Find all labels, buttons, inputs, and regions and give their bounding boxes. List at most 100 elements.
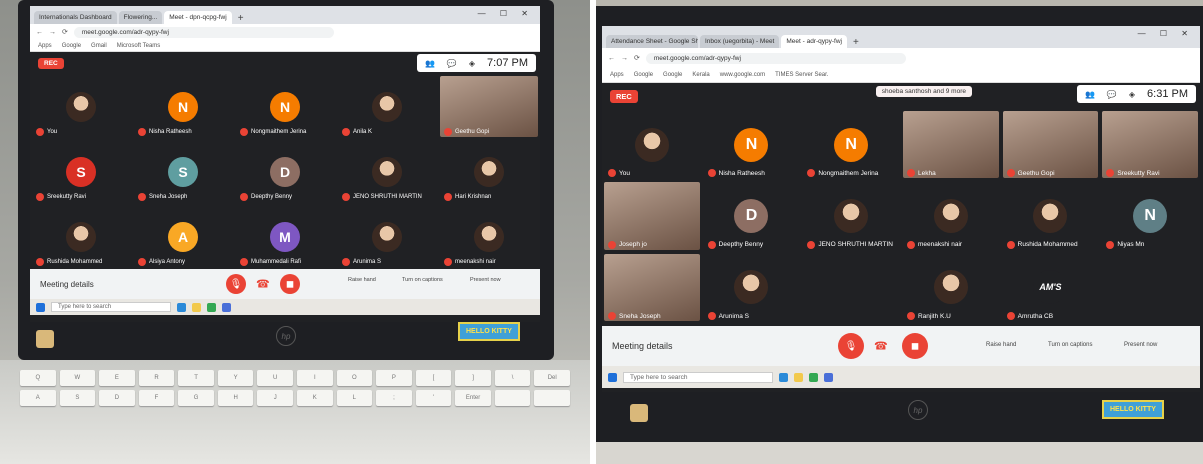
participant-tile-geethu-gopi[interactable]: Geethu Gopi [1001,109,1101,180]
participant-tile-ranjith-k-u[interactable]: Ranjith K.U [901,252,1001,323]
participant-tile-muhammedali-rafi[interactable]: M Muhammedali Rafi [234,204,336,269]
bookmark-item[interactable]: www.google.com [720,72,765,78]
raise-hand-button[interactable]: Raise hand [348,277,376,283]
window-controls[interactable]: — ☐ ✕ [478,9,534,18]
participant-tile-nisha-ratheesh[interactable]: N Nisha Ratheesh [702,109,802,180]
chrome-icon[interactable] [809,372,818,382]
participant-tile-deepthy-benny[interactable]: D Deepthy Benny [702,180,802,251]
people-icon[interactable]: 👥 [425,59,435,68]
participant-tile-empty[interactable] [1100,252,1200,323]
captions-button[interactable]: Turn on captions [1048,342,1092,348]
back-icon[interactable]: ← [36,29,43,36]
keyboard-key[interactable]: P [376,370,412,386]
keyboard-key[interactable]: F [138,390,175,406]
keyboard-key[interactable]: W [59,370,96,386]
people-icon[interactable]: 👥 [1085,90,1095,99]
participant-tile-amrutha-cb[interactable]: AM'S Amrutha CB [1001,252,1101,323]
new-tab-icon[interactable]: + [234,13,248,24]
participant-tile-arunima-s[interactable]: Arunima S [702,252,802,323]
edge-icon[interactable] [779,372,788,382]
meeting-details-button[interactable]: Meeting details [612,341,673,351]
windows-start-icon[interactable] [608,372,617,382]
keyboard-key[interactable]: H [217,390,254,406]
word-icon[interactable] [824,372,833,382]
keyboard-key[interactable]: U [257,370,293,386]
bookmark-item[interactable]: Gmail [91,43,107,49]
participant-tile-meenakshi-nair[interactable]: meenakshi nair [901,180,1001,251]
bookmark-item[interactable]: Google [62,43,81,49]
keyboard-key[interactable]: ' [415,390,452,406]
chat-icon[interactable]: 💬 [447,59,457,68]
keyboard-key[interactable]: T [178,370,214,386]
url-field[interactable]: meet.google.com/adr-qypy-fwj [73,26,334,38]
bookmark-item[interactable]: Apps [610,72,624,78]
folder-icon[interactable] [794,372,803,382]
participant-tile-meenakshi-nair[interactable]: meenakshi nair [438,204,540,269]
participant-tile-deepthy-benny[interactable]: D Deepthy Benny [234,139,336,204]
folder-icon[interactable] [192,302,201,312]
mic-off-button[interactable]: 🎙 [838,333,864,359]
bookmark-item[interactable]: Google [634,72,653,78]
window-controls[interactable]: — ☐ ✕ [1138,29,1194,38]
forward-icon[interactable]: → [621,55,628,62]
bookmark-item[interactable]: TIMES Server Sear. [775,72,828,78]
captions-button[interactable]: Turn on captions [402,277,443,283]
participant-tile-you[interactable]: You [602,109,702,180]
back-icon[interactable]: ← [608,55,615,62]
mic-off-button[interactable]: 🎙 [226,274,246,294]
reload-icon[interactable]: ⟳ [62,28,68,36]
browser-tab[interactable]: Internationals Dashboard [34,11,117,24]
keyboard-key[interactable]: Enter [455,390,491,406]
browser-tab[interactable]: Inbox (uegorbita) - Meet [700,35,780,48]
camera-off-button[interactable]: ◼ [902,333,928,359]
chat-icon[interactable]: 💬 [1107,90,1117,99]
participant-tile-arunima-s[interactable]: Arunima S [336,204,438,269]
keyboard-key[interactable]: G [178,390,214,406]
taskbar-search[interactable]: Type here to search [51,302,171,312]
raise-hand-button[interactable]: Raise hand [986,342,1016,348]
participant-tile-nisha-ratheesh[interactable]: N Nisha Ratheesh [132,74,234,139]
bookmark-item[interactable]: Microsoft Teams [117,43,161,49]
participant-tile-sreekutty-ravi[interactable]: S Sreekutty Ravi [30,139,132,204]
chrome-icon[interactable] [207,302,216,312]
hang-up-button[interactable]: ☎ [874,340,888,353]
keyboard-key[interactable]: S [59,390,96,406]
meeting-details-button[interactable]: Meeting details [40,280,94,289]
participant-tile-rushida-mohammed[interactable]: Rushida Mohammed [1001,180,1101,251]
keyboard-key[interactable]: J [257,390,293,406]
keyboard-key[interactable]: ; [376,390,412,406]
participant-tile-alsiya-antony[interactable]: A Alsiya Antony [132,204,234,269]
hang-up-button[interactable]: ☎ [256,278,270,291]
taskbar-search[interactable]: Type here to search [623,371,773,383]
reload-icon[interactable]: ⟳ [634,54,640,62]
browser-tab[interactable]: Flowering... [118,11,163,24]
participant-tile-jeno-shruthi-martin[interactable]: JENO SHRUTHI MARTIN [336,139,438,204]
edge-icon[interactable] [177,302,186,312]
participant-tile-hari-krishnan[interactable]: Hari Krishnan [438,139,540,204]
keyboard-key[interactable]: A [20,390,56,406]
keyboard-key[interactable]: Y [217,370,254,386]
word-icon[interactable] [222,302,231,312]
participant-tile-jeno-shruthi-martin[interactable]: JENO SHRUTHI MARTIN [801,180,901,251]
present-now-button[interactable]: Present now [1124,342,1157,348]
windows-start-icon[interactable] [36,302,45,312]
keyboard-key[interactable] [494,390,531,406]
keyboard-key[interactable]: L [336,390,373,406]
camera-off-button[interactable]: ◼ [280,274,300,294]
participant-tile-nongmaithem-jerina[interactable]: N Nongmaithem Jerina [234,74,336,139]
browser-tab-active[interactable]: Meet - adr-qypy-fwj [781,35,847,48]
keyboard-key[interactable]: O [336,370,373,386]
keyboard-key[interactable]: ] [455,370,491,386]
keyboard-key[interactable]: [ [415,370,452,386]
participant-tile-anila-k[interactable]: Anila K [336,74,438,139]
bookmark-item[interactable]: Apps [38,43,52,49]
participant-tile-geethu-gopi[interactable]: Geethu Gopi [438,74,540,139]
bookmark-item[interactable]: Google [663,72,682,78]
participant-tile-sneha-joseph[interactable]: Sneha Joseph [602,252,702,323]
keyboard-key[interactable]: R [138,370,175,386]
participant-tile-rushida-mohammed[interactable]: Rushida Mohammed [30,204,132,269]
keyboard-key[interactable]: \ [494,370,531,386]
url-field[interactable]: meet.google.com/adr-qypy-fwj [645,52,906,64]
participant-tile-sreekutty-ravi[interactable]: Sreekutty Ravi [1100,109,1200,180]
participant-tile-you[interactable]: You [30,74,132,139]
